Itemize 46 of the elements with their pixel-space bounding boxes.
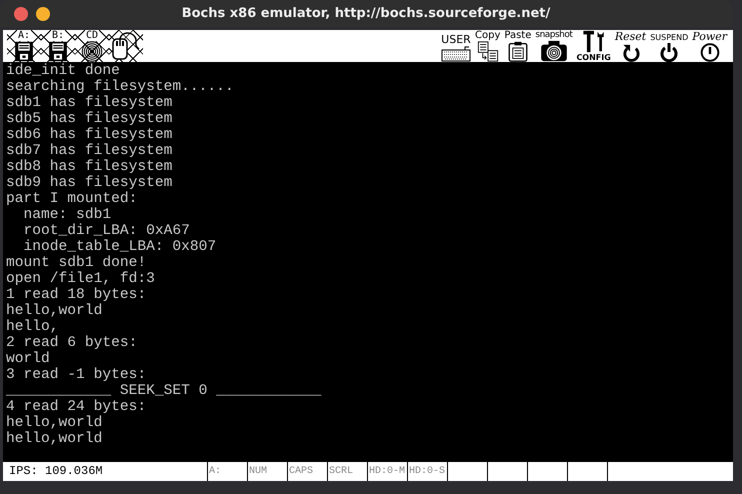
cdrom-button[interactable]: CD [75, 30, 109, 62]
status-indicator: HD:0-M [368, 462, 408, 481]
console-line: sdb8 has filesystem [5, 159, 172, 175]
keyboard-button[interactable]: USER [439, 30, 473, 62]
console-line: root_dir_LBA: 0xA67 [22, 223, 190, 239]
console-line: sdb7 has filesystem [5, 143, 172, 159]
ips-counter: IPS: 109.036M [3, 462, 208, 481]
console-line: ide_init done [5, 63, 120, 79]
config-button[interactable]: CONFIG [574, 30, 613, 62]
console-line: sdb5 has filesystem [5, 111, 172, 127]
status-indicator: SCRL [328, 462, 368, 481]
console-line: searching filesystem...... [5, 79, 234, 95]
console-line: 2 read 6 bytes: [5, 335, 138, 351]
status-indicator: HD:0-S [408, 462, 448, 481]
console-line: 3 read -1 bytes: [5, 367, 146, 383]
console-line: open /file1, fd:3 [5, 271, 155, 287]
paste-button[interactable]: Paste [502, 30, 534, 62]
reset-button[interactable]: Reset [612, 30, 648, 62]
status-indicator: CAPS [288, 462, 328, 481]
power-button[interactable]: Power [690, 30, 729, 62]
console-line: hello,world [5, 415, 102, 431]
console-line: hello,world [5, 303, 102, 319]
floppy-button[interactable]: A: [7, 30, 41, 62]
console-line: mount sdb1 done! [5, 255, 146, 271]
console-line: name: sdb1 [22, 207, 112, 223]
mouse-button[interactable] [109, 30, 143, 62]
camera-button[interactable]: snapshot [533, 30, 574, 62]
console-line: sdb6 has filesystem [5, 127, 172, 143]
console-line: 4 read 24 bytes: [5, 399, 146, 415]
window-title: Bochs x86 emulator, http://bochs.sourceforge.net/ [182, 6, 550, 21]
status-indicator: A: [208, 462, 248, 481]
console-line: sdb9 has filesystem [5, 175, 172, 191]
console-line: part I mounted: [5, 191, 138, 207]
copy-button[interactable]: Copy [473, 30, 502, 62]
console-line: ____________ SEEK_SET 0 ____________ [5, 383, 322, 399]
console-line: sdb1 has filesystem [5, 95, 172, 111]
close-button[interactable] [14, 6, 28, 20]
console-line: inode_table_LBA: 0x807 [22, 239, 216, 255]
console-line: 1 read 18 bytes: [5, 287, 146, 303]
console-line: hello, [5, 319, 59, 335]
status-indicator: NUM [248, 462, 288, 481]
console-line: world [5, 351, 50, 367]
console-line: hello,world [5, 431, 102, 447]
minimize-button[interactable] [36, 6, 50, 20]
floppy-button[interactable]: B: [41, 30, 75, 62]
suspend-button[interactable]: SUSPEND [648, 30, 690, 62]
